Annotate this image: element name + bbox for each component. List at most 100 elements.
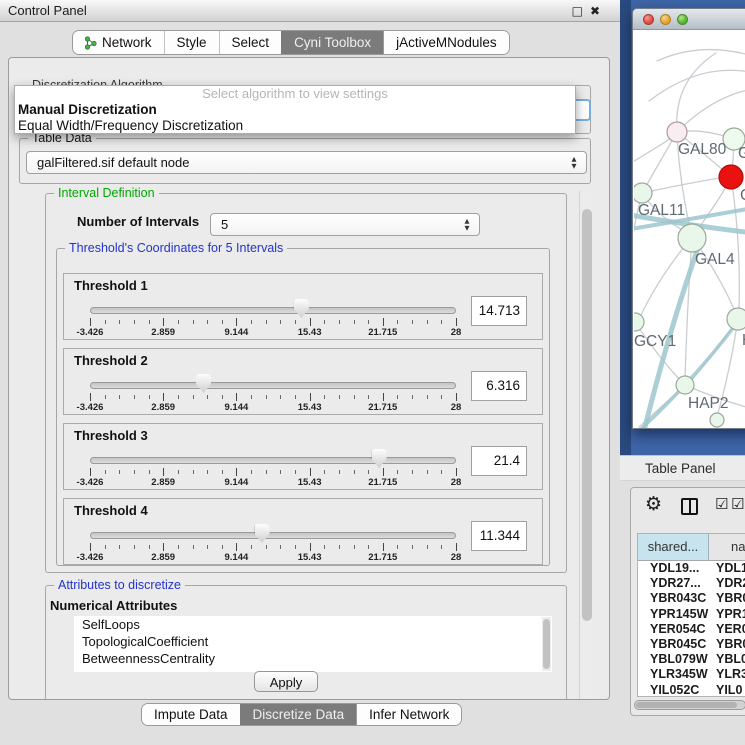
slider-thumb[interactable]: [294, 299, 309, 318]
tick-mark: [90, 393, 91, 401]
network-node-red[interactable]: [719, 165, 743, 189]
cyni-toolbox-content: Discretization Algorithm Select algorith…: [8, 57, 610, 700]
algorithm-option-manual-discretization[interactable]: Manual Discretization: [15, 101, 575, 118]
float-window-icon[interactable]: □: [572, 0, 583, 22]
close-window-icon[interactable]: ✖: [590, 0, 600, 22]
algorithm-dropdown-popup: Select algorithm to view settings Manual…: [14, 85, 576, 134]
numerical-attributes-label: Numerical Attributes: [50, 598, 177, 613]
threshold-value-field[interactable]: 21.4: [471, 446, 527, 476]
tick-mark: [295, 470, 296, 474]
number-of-intervals-combobox[interactable]: 5 ▲▼: [210, 213, 480, 236]
tab-infer-network[interactable]: Infer Network: [356, 704, 461, 725]
tab-label: jActiveMNodules: [396, 35, 497, 50]
desktop-left-strip: [620, 0, 631, 455]
table-row[interactable]: YBR045CYBR0: [638, 637, 745, 652]
slider-thumb[interactable]: [255, 524, 270, 543]
table-scrollbar-thumb[interactable]: [636, 702, 737, 708]
network-edge[interactable]: [677, 89, 745, 132]
threshold-value-field[interactable]: 6.316: [471, 371, 527, 401]
network-edge[interactable]: [731, 177, 739, 309]
column-header-name[interactable]: na: [709, 534, 745, 560]
tick-mark: [149, 545, 150, 549]
attribute-item-selfloops[interactable]: SelfLoops: [74, 616, 552, 633]
tick-mark: [339, 545, 340, 549]
zoom-traffic-light-icon[interactable]: [677, 14, 688, 25]
network-node-gal4[interactable]: [678, 224, 706, 252]
tab-network[interactable]: Network: [73, 31, 164, 54]
network-node-h[interactable]: [727, 308, 745, 330]
tick-label: 9.144: [225, 327, 249, 338]
tab-discretize-data[interactable]: Discretize Data: [240, 704, 357, 725]
minimize-traffic-light-icon[interactable]: [660, 14, 671, 25]
network-canvas[interactable]: GAL80GACGAL11GAL4GCY1HHAP2: [634, 30, 745, 428]
network-window[interactable]: GAL80GACGAL11GAL4GCY1HHAP2: [632, 8, 745, 429]
checkbox-checked-icon[interactable]: ☑: [731, 495, 744, 513]
table-row[interactable]: YDR27...YDR2: [638, 576, 745, 591]
network-edge[interactable]: [657, 50, 745, 61]
tick-mark: [251, 545, 252, 549]
content-vertical-scrollbar[interactable]: [579, 191, 593, 700]
attribute-item-topologicalcoefficient[interactable]: TopologicalCoefficient: [74, 633, 552, 650]
slider-track[interactable]: [90, 307, 456, 314]
network-node-south[interactable]: [710, 413, 724, 427]
network-node-gal80[interactable]: [667, 122, 687, 142]
threshold-value-field[interactable]: 14.713: [471, 296, 527, 326]
algorithm-option-equal-width-frequency[interactable]: Equal Width/Frequency Discretization: [15, 118, 575, 134]
table-row[interactable]: YDL19...YDL1: [638, 561, 745, 576]
table-row[interactable]: YIL052CYIL0: [638, 683, 745, 698]
tab-select[interactable]: Select: [219, 31, 282, 54]
slider-track[interactable]: [90, 382, 456, 389]
attributes-scrollbar-thumb[interactable]: [543, 619, 550, 669]
slider-track[interactable]: [90, 457, 456, 464]
apply-button[interactable]: Apply: [254, 671, 318, 692]
checkbox-checked-icon[interactable]: ☑: [715, 495, 728, 513]
settings-gear-icon[interactable]: ⚙: [645, 493, 662, 515]
network-node-label: C: [740, 187, 745, 204]
network-node-hap2[interactable]: [676, 376, 694, 394]
slider-track[interactable]: [90, 532, 456, 539]
tab-impute-data[interactable]: Impute Data: [142, 704, 240, 725]
tab-jactivemnodules[interactable]: jActiveMNodules: [383, 31, 509, 54]
tick-mark: [105, 470, 106, 474]
tick-mark: [397, 320, 398, 324]
network-edge[interactable]: [634, 137, 673, 169]
table-row[interactable]: YBL079WYBL0: [638, 652, 745, 667]
tick-label: 21.715: [368, 552, 397, 563]
table-horizontal-scrollbar[interactable]: [634, 700, 745, 710]
network-node-label: GAL11: [638, 202, 685, 219]
attribute-item-betweennesscentrality[interactable]: BetweennessCentrality: [74, 650, 552, 667]
slider-tick-labels: -3.4262.8599.14415.4321.71528: [90, 327, 456, 338]
column-header-shared-name[interactable]: shared...: [638, 534, 709, 560]
network-edge[interactable]: [685, 237, 692, 379]
table-row[interactable]: YER054CYER0: [638, 622, 745, 637]
tab-style[interactable]: Style: [164, 31, 219, 54]
numerical-attributes-list[interactable]: SelfLoopsTopologicalCoefficientBetweenne…: [74, 616, 552, 672]
tick-mark: [339, 320, 340, 324]
table-data-combobox[interactable]: galFiltered.sif default node ▲▼: [26, 151, 587, 174]
slider-thumb[interactable]: [372, 449, 387, 468]
cell-name: YBR0: [709, 637, 745, 652]
table-row[interactable]: YPR145WYPR1: [638, 607, 745, 622]
close-traffic-light-icon[interactable]: [643, 14, 654, 25]
network-edge[interactable]: [677, 53, 716, 132]
tick-mark: [295, 545, 296, 549]
network-node-gal11[interactable]: [634, 183, 652, 203]
threshold-label: Threshold 3: [74, 428, 148, 443]
table-row[interactable]: YLR345WYLR3: [638, 667, 745, 682]
attributes-scrollbar[interactable]: [542, 617, 551, 671]
number-of-intervals-value: 5: [221, 217, 228, 232]
tick-mark: [163, 393, 164, 401]
network-window-titlebar[interactable]: [633, 9, 745, 30]
tab-cyni-toolbox[interactable]: Cyni Toolbox: [281, 31, 383, 54]
network-node-gcy1[interactable]: [634, 313, 644, 331]
split-columns-icon[interactable]: [681, 498, 698, 515]
slider-thumb[interactable]: [196, 374, 211, 393]
network-edge[interactable]: [649, 70, 745, 101]
cell-shared-name: YDL19...: [638, 561, 709, 576]
tick-mark: [119, 320, 120, 324]
tick-mark: [456, 468, 457, 476]
content-scrollbar-thumb[interactable]: [582, 209, 592, 621]
table-row[interactable]: YBR043CYBR0: [638, 591, 745, 606]
threshold-box-threshold-1: Threshold 1-3.4262.8599.14415.4321.71528…: [63, 273, 543, 340]
threshold-value-field[interactable]: 11.344: [471, 521, 527, 551]
